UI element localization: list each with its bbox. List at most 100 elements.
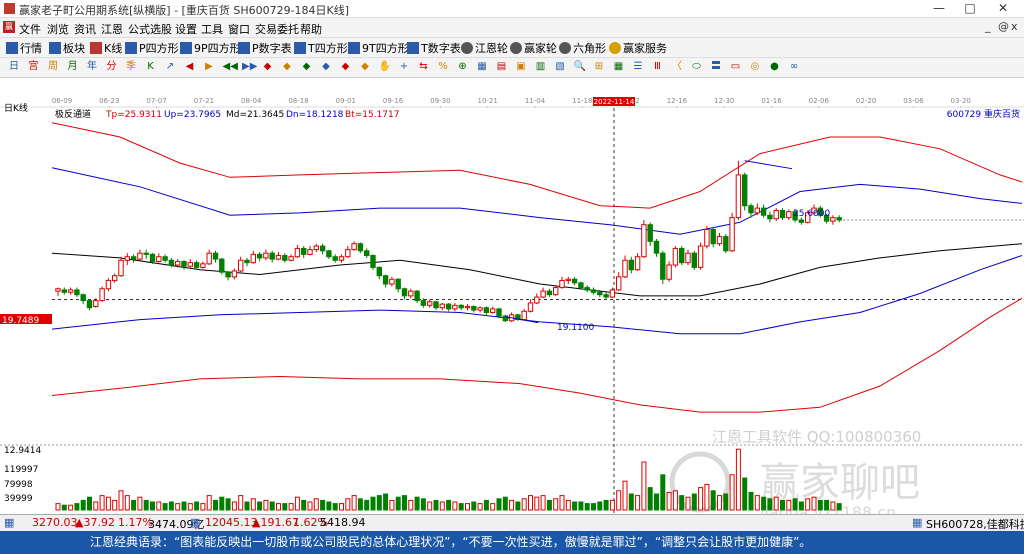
mdi-close-button[interactable]: x xyxy=(1011,20,1018,33)
mdi-minimize-button[interactable]: _ xyxy=(985,20,991,33)
toolbar2-tool-icon[interactable]: ↗ xyxy=(164,61,176,73)
candle-body xyxy=(622,259,628,278)
toolbar-9t-square-button[interactable]: 9T四方形 xyxy=(348,40,409,55)
toolbar2-tool-icon[interactable]: ◎ xyxy=(749,61,761,73)
volume-bar xyxy=(55,503,61,511)
close-button[interactable]: ✕ xyxy=(988,1,1018,15)
ticker-icon: ▦ xyxy=(912,516,923,529)
volume-bar xyxy=(433,499,439,511)
indicator-tp: Tp=25.9311 xyxy=(105,110,162,120)
toolbar-winner-wheel-button[interactable]: 赢家轮 xyxy=(510,40,557,55)
toolbar2-tool-icon[interactable]: ◆ xyxy=(320,61,332,73)
toolbar2-tool-icon[interactable]: ✋ xyxy=(379,61,391,73)
volume-bar xyxy=(805,498,811,511)
candle-body xyxy=(496,308,502,317)
toolbar2-tool-icon[interactable]: ☰ xyxy=(632,61,644,73)
toolbar2-tool-icon[interactable]: 季 xyxy=(125,61,137,73)
toolbar2-tool-icon[interactable]: 周 xyxy=(47,61,59,73)
toolbar-p-table-button[interactable]: P数字表 xyxy=(238,40,292,55)
volume-bar xyxy=(836,503,842,511)
menu-formula-select[interactable]: 公式选股 xyxy=(128,21,172,37)
toolbar2-tool-icon[interactable]: ⊞ xyxy=(593,61,605,73)
toolbar-hexagon-button[interactable]: 六角形 xyxy=(559,40,606,55)
toolbar2-tool-icon[interactable]: + xyxy=(398,61,410,73)
candle-body xyxy=(364,250,370,257)
volume-bar xyxy=(477,503,483,511)
toolbar2-tool-icon[interactable]: ⇆ xyxy=(418,61,430,73)
menu-help[interactable]: 帮助 xyxy=(300,21,322,37)
candle-body xyxy=(61,289,67,293)
candle-body xyxy=(427,301,433,306)
toolbar2-tool-icon[interactable]: ▧ xyxy=(554,61,566,73)
toolbar2-tool-icon[interactable]: ◆ xyxy=(359,61,371,73)
chart-panel: 06-09 06-23 07-07 07-21 08-04 08-18 09-01 09-16… xyxy=(0,78,1024,522)
toolbar2-tool-icon[interactable]: ● xyxy=(769,61,781,73)
candle-body xyxy=(704,228,710,247)
toolbar2-tool-icon[interactable]: ▦ xyxy=(476,61,488,73)
menu-trade[interactable]: 交易委托 xyxy=(255,21,299,37)
volume-bar xyxy=(389,499,395,511)
toolbar2-tool-icon[interactable]: ▣ xyxy=(515,61,527,73)
toolbar2-tool-icon[interactable]: 🔍 xyxy=(574,61,586,73)
toolbar2-tool-icon[interactable]: % xyxy=(437,61,449,73)
candle-body xyxy=(219,258,225,273)
toolbar-kline-button[interactable]: K线 xyxy=(90,40,122,55)
period-label: 日K线 xyxy=(4,102,28,114)
toolbar2-tool-icon[interactable]: ▤ xyxy=(496,61,508,73)
candle-body xyxy=(584,287,590,291)
toolbar2-tool-icon[interactable]: ◀ xyxy=(184,61,196,73)
toolbar2-tool-icon[interactable]: 〈 xyxy=(671,61,683,73)
candle-body xyxy=(93,300,99,308)
toolbar2-tool-icon[interactable]: 月 xyxy=(67,61,79,73)
menu-gann[interactable]: 江恩 xyxy=(101,21,123,37)
toolbar2-tool-icon[interactable]: K xyxy=(145,61,157,73)
volume-bar xyxy=(162,503,168,511)
toolbar2-tool-icon[interactable]: 〓 xyxy=(710,61,722,73)
toolbar2-tool-icon[interactable]: ▶▶ xyxy=(242,61,257,73)
toolbar2-tool-icon[interactable]: 分 xyxy=(106,61,118,73)
toolbar2-tool-icon[interactable]: ▥ xyxy=(535,61,547,73)
candle-body xyxy=(628,259,634,271)
toolbar2-tool-icon[interactable]: ∞ xyxy=(788,61,800,73)
volume-bar xyxy=(792,498,798,511)
toolbar2-tool-icon[interactable]: 宫 xyxy=(28,61,40,73)
toolbar2-tool-icon[interactable]: ◆ xyxy=(340,61,352,73)
toolbar2-tool-icon[interactable]: ⊕ xyxy=(457,61,469,73)
menu-info[interactable]: 资讯 xyxy=(74,21,96,37)
toolbar-sector-button[interactable]: 板块 xyxy=(49,40,85,55)
volume-bar xyxy=(717,495,722,511)
toolbar2-tool-icon[interactable]: ▶ xyxy=(203,61,215,73)
menu-settings[interactable]: 设置 xyxy=(175,21,197,37)
volume-bar xyxy=(313,498,319,511)
maximize-button[interactable]: □ xyxy=(955,1,985,15)
toolbar-p-square-button[interactable]: P四方形 xyxy=(125,40,179,55)
kline-chart[interactable]: 06-09 06-23 07-07 07-21 08-04 08-18 09-01 09-16… xyxy=(0,78,1024,522)
menu-browse[interactable]: 浏览 xyxy=(47,21,69,37)
toolbar-gann-wheel-button[interactable]: 江恩轮 xyxy=(461,40,508,55)
toolbar2-tool-icon[interactable]: ◀◀ xyxy=(223,61,238,73)
minimize-button[interactable]: — xyxy=(924,1,954,15)
toolbar2-tool-icon[interactable]: ◆ xyxy=(281,61,293,73)
toolbar2-tool-icon[interactable]: ⬭ xyxy=(691,61,703,73)
candle-body xyxy=(660,252,666,280)
toolbar-service-button[interactable]: 赢家服务 xyxy=(609,40,667,55)
menu-window[interactable]: 窗口 xyxy=(228,21,250,37)
mdi-restore-button[interactable]: @ xyxy=(998,20,1009,33)
volume-bar xyxy=(112,499,118,511)
menu-file[interactable]: 文件 xyxy=(19,21,41,37)
volume-bar xyxy=(87,496,92,511)
toolbar-t-table-button[interactable]: T数字表 xyxy=(407,40,461,55)
menu-tools[interactable]: 工具 xyxy=(201,21,223,37)
toolbar-quotes-button[interactable]: 行情 xyxy=(6,40,42,55)
toolbar2-tool-icon[interactable]: 年 xyxy=(86,61,98,73)
toolbar2-tool-icon[interactable]: ▦ xyxy=(613,61,625,73)
toolbar2-tool-icon[interactable]: 日 xyxy=(8,61,20,73)
volume-bar xyxy=(219,496,225,511)
toolbar-t-square-button[interactable]: T四方形 xyxy=(294,40,348,55)
toolbar2-tool-icon[interactable]: ◆ xyxy=(262,61,274,73)
toolbar2-tool-icon[interactable]: ◆ xyxy=(301,61,313,73)
toolbar-9p-square-button[interactable]: 9P四方形 xyxy=(180,40,241,55)
toolbar2-tool-icon[interactable]: Ⅲ xyxy=(652,61,664,73)
volume-bar xyxy=(767,498,773,511)
toolbar2-tool-icon[interactable]: ▭ xyxy=(730,61,742,73)
